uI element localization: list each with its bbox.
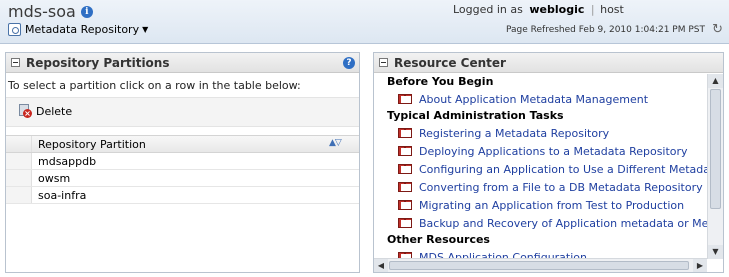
instruction-text: To select a partition click on a row in … <box>8 79 301 92</box>
scroll-down-icon[interactable]: ▼ <box>708 245 723 259</box>
resource-link-item[interactable]: Configuring an Application to Use a Diff… <box>374 160 707 178</box>
delete-label: Delete <box>36 104 73 118</box>
collapse-icon[interactable] <box>379 58 388 67</box>
target-name: mds-soa <box>8 2 76 21</box>
user-name: weblogic <box>529 3 585 16</box>
book-icon <box>398 217 413 229</box>
table-row[interactable]: owsm <box>6 170 359 187</box>
sort-descending-icon[interactable]: ▽ <box>335 138 342 148</box>
separator: | <box>590 3 595 16</box>
table-row[interactable]: soa-infra <box>6 187 359 204</box>
resource-link-item[interactable]: Deploying Applications to a Metadata Rep… <box>374 142 707 160</box>
collapse-icon[interactable] <box>11 58 20 67</box>
repository-partitions-header: Repository Partitions ? <box>6 53 359 73</box>
row-selector[interactable] <box>6 170 32 186</box>
chevron-down-icon: ▼ <box>142 25 149 34</box>
book-icon <box>398 127 413 139</box>
partition-cell: owsm <box>38 172 71 185</box>
resource-link[interactable]: Migrating an Application from Test to Pr… <box>419 199 684 212</box>
resource-link[interactable]: About Application Metadata Management <box>419 93 648 106</box>
metadata-repository-menu[interactable]: Metadata Repository ▼ <box>8 23 148 36</box>
info-icon[interactable]: i <box>80 5 93 18</box>
resource-link[interactable]: Registering a Metadata Repository <box>419 127 609 140</box>
resource-link[interactable]: Converting from a File to a DB Metadata … <box>419 181 703 194</box>
sort-icons[interactable]: ▲▽ <box>329 138 342 148</box>
partition-table: Repository Partition ▲▽ mdsappdb owsm so… <box>6 135 359 204</box>
vertical-scrollbar[interactable]: ▲ ▼ <box>707 74 723 259</box>
partition-toolbar: × Delete <box>6 97 359 127</box>
book-icon <box>398 181 413 193</box>
row-selector[interactable] <box>6 187 32 203</box>
host-name: host <box>600 3 624 16</box>
logged-in-prefix: Logged in as <box>453 3 523 16</box>
resource-center-header: Resource Center <box>374 53 723 73</box>
resource-link-item[interactable]: About Application Metadata Management <box>374 90 707 108</box>
row-selector[interactable] <box>6 153 32 169</box>
page-refreshed-text: Page Refreshed Feb 9, 2010 1:04:21 PM PS… <box>505 25 705 35</box>
partition-cell: mdsappdb <box>38 155 97 168</box>
target-menu-icon <box>8 23 21 36</box>
delete-icon: × <box>18 104 32 118</box>
scroll-up-icon[interactable]: ▲ <box>708 74 723 88</box>
horizontal-scrollbar[interactable]: ◀ ▶ <box>374 258 707 272</box>
resource-link[interactable]: Backup and Recovery of Application metad… <box>419 217 707 230</box>
column-header-repository-partition[interactable]: Repository Partition <box>38 138 146 151</box>
page-title: mds-soa i <box>8 2 93 21</box>
resource-link[interactable]: Configuring an Application to Use a Diff… <box>419 163 707 176</box>
page-header: mds-soa i Metadata Repository ▼ Logged i… <box>0 0 729 44</box>
scroll-thumb[interactable] <box>389 261 689 270</box>
book-icon <box>398 93 413 105</box>
login-info: Logged in as weblogic | host <box>453 3 624 16</box>
scroll-right-icon[interactable]: ▶ <box>693 259 707 272</box>
book-icon <box>398 199 413 211</box>
scroll-left-icon[interactable]: ◀ <box>374 259 388 272</box>
section-heading: Other Resources <box>387 233 490 246</box>
resource-link-item[interactable]: Converting from a File to a DB Metadata … <box>374 178 707 196</box>
book-icon <box>398 163 413 175</box>
delete-button[interactable]: × Delete <box>18 104 72 118</box>
repository-partitions-panel: Repository Partitions ? To select a part… <box>5 52 360 273</box>
help-icon[interactable]: ? <box>343 57 355 69</box>
resource-link-item[interactable]: Migrating an Application from Test to Pr… <box>374 196 707 214</box>
partition-cell: soa-infra <box>38 189 87 202</box>
table-row[interactable]: mdsappdb <box>6 153 359 170</box>
target-menu-label: Metadata Repository <box>25 23 140 36</box>
table-header: Repository Partition ▲▽ <box>6 135 359 153</box>
resource-link[interactable]: Deploying Applications to a Metadata Rep… <box>419 145 688 158</box>
row-header-cell <box>6 136 32 152</box>
resource-center-content: Before You Begin About Application Metad… <box>374 74 707 259</box>
panel-title: Repository Partitions <box>26 55 170 70</box>
book-icon <box>398 145 413 157</box>
section-heading: Before You Begin <box>387 75 494 88</box>
scroll-thumb[interactable] <box>710 89 721 209</box>
resource-link-item[interactable]: Backup and Recovery of Application metad… <box>374 214 707 232</box>
panel-title: Resource Center <box>394 55 506 70</box>
refresh-icon[interactable]: ↻ <box>712 22 723 37</box>
resource-center-panel: Resource Center Before You Begin About A… <box>373 52 724 273</box>
resource-link-item[interactable]: Registering a Metadata Repository <box>374 124 707 142</box>
section-heading: Typical Administration Tasks <box>387 109 564 122</box>
